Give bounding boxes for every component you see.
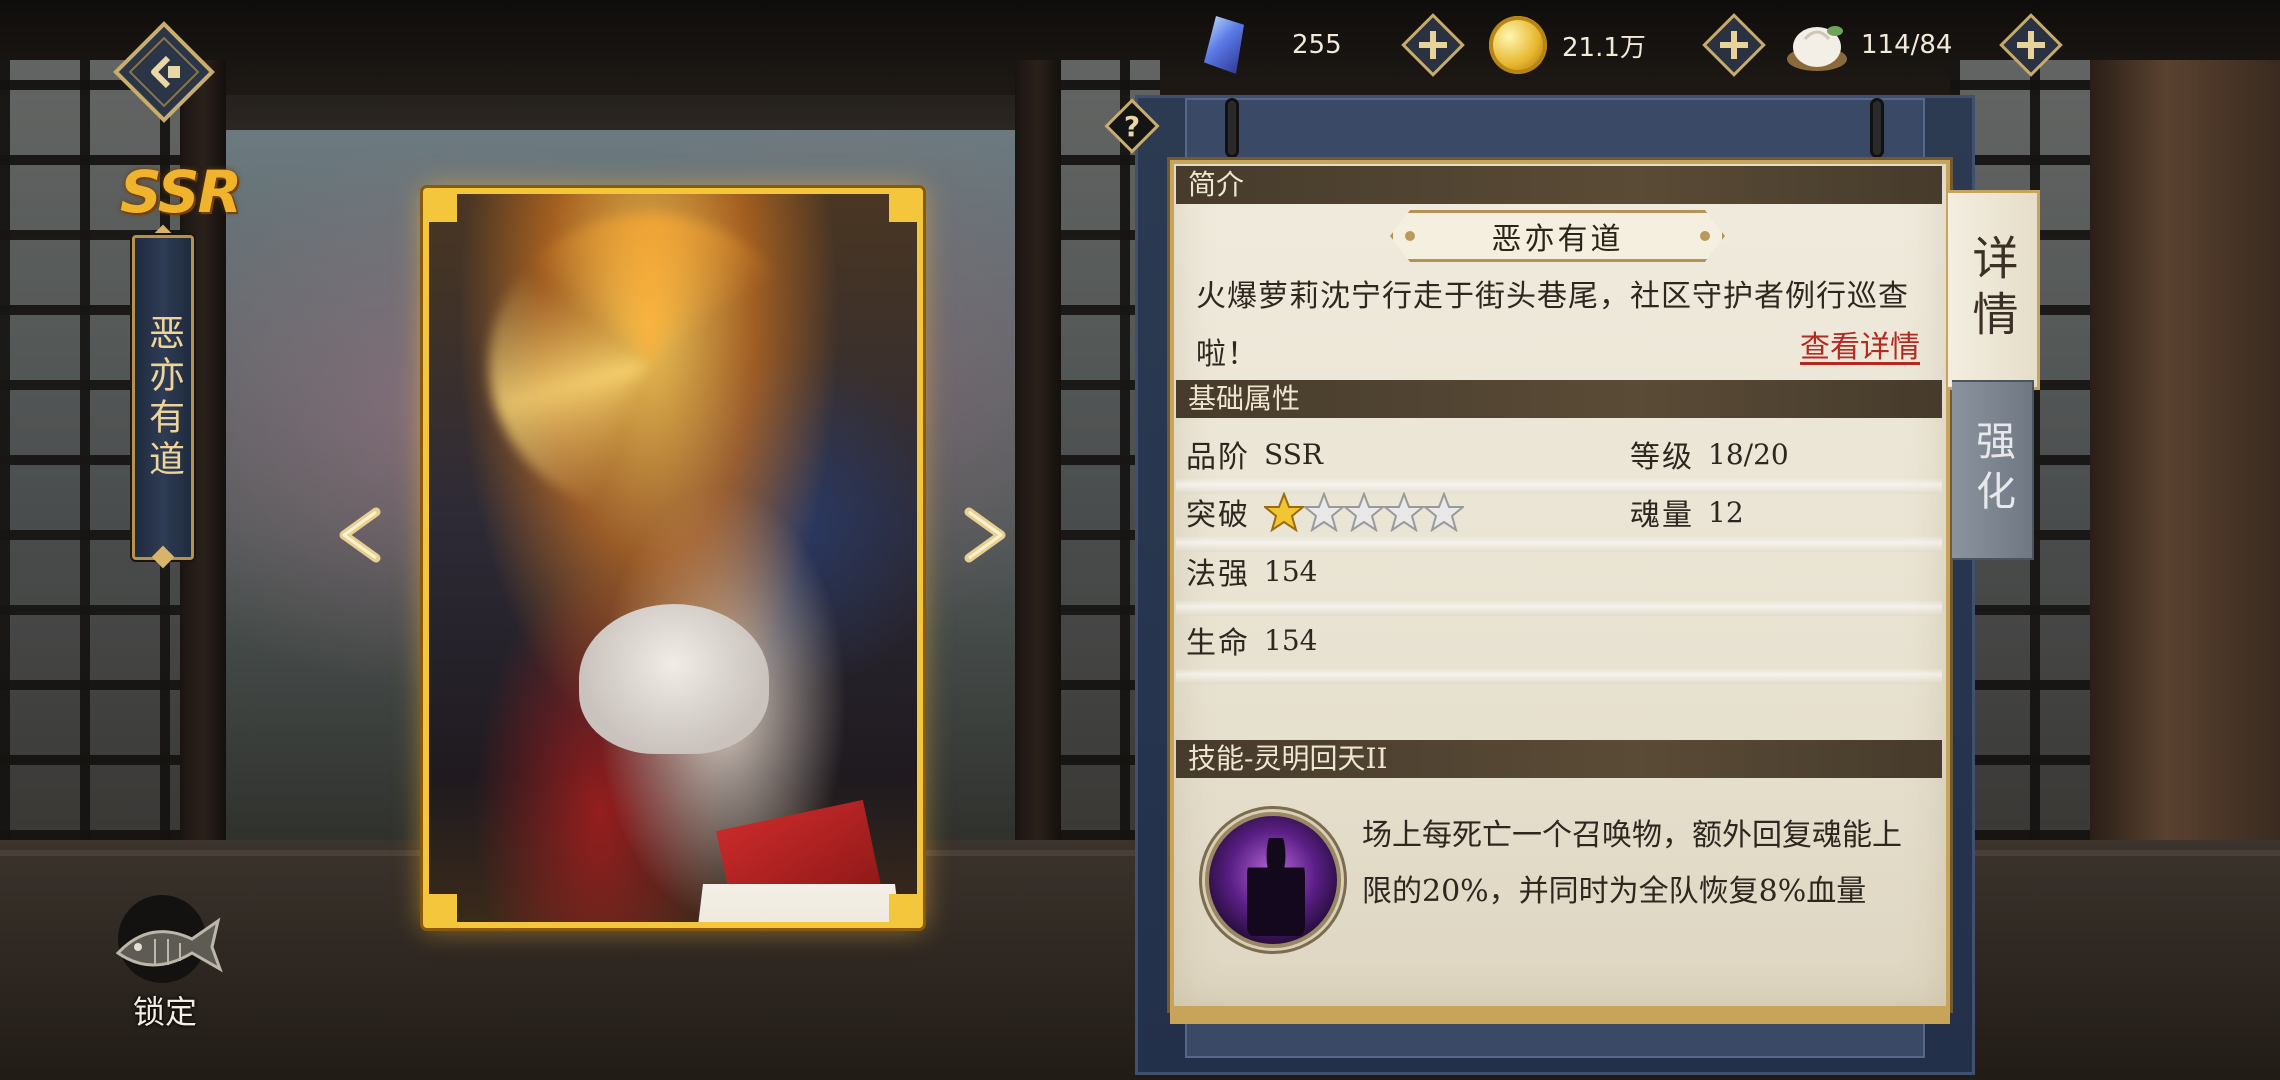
fish-lock-icon xyxy=(115,895,223,983)
stat-grade-label: 品阶 xyxy=(1186,440,1250,475)
stamina-count: 114/84 xyxy=(1861,30,1953,60)
stat-hp-value: 154 xyxy=(1264,623,1318,657)
intro-section-header: 简介 xyxy=(1176,166,1942,204)
stat-grade: 品阶 SSR xyxy=(1186,432,1323,476)
tab-details-label: 详情 xyxy=(1965,234,2020,346)
attributes-section-header: 基础属性 xyxy=(1176,380,1942,418)
stat-breakthrough: 突破 xyxy=(1186,490,1464,534)
stat-magic-value: 154 xyxy=(1264,554,1318,588)
coin-count: 21.1万 xyxy=(1562,32,1646,63)
stat-grade-value: SSR xyxy=(1264,437,1323,471)
breakthrough-stars xyxy=(1264,492,1464,532)
prev-arrow-icon[interactable] xyxy=(330,500,390,570)
bun-icon xyxy=(1785,13,1849,77)
character-name: 恶亦有道 xyxy=(143,313,184,482)
stat-soul: 魂量 12 xyxy=(1630,490,1744,534)
stat-level: 等级 18/20 xyxy=(1630,432,1789,476)
coin-icon xyxy=(1486,13,1550,77)
gem-count: 255 xyxy=(1292,30,1342,60)
stat-level-label: 等级 xyxy=(1630,440,1694,475)
stat-hp-label: 生命 xyxy=(1186,626,1250,661)
stat-hp: 生命 154 xyxy=(1186,618,1317,662)
resource-bar: 255 21.1万 114/84 xyxy=(1180,0,2063,90)
skill-icon[interactable] xyxy=(1205,812,1341,948)
tab-enhance[interactable]: 强化 xyxy=(1952,380,2034,560)
help-button[interactable]: ? xyxy=(1102,96,1162,156)
stat-breakthrough-label: 突破 xyxy=(1186,498,1250,533)
star-empty-icon xyxy=(1344,492,1384,532)
stat-magic: 法强 154 xyxy=(1186,549,1317,593)
tab-details[interactable]: 详情 xyxy=(1948,190,2040,390)
skill-description: 场上每死亡一个召唤物，额外回复魂能上限的20%，并同时为全队恢复8%血量 xyxy=(1362,818,1902,909)
star-filled-icon xyxy=(1264,492,1304,532)
view-details-link[interactable]: 查看详情 xyxy=(1800,322,1920,366)
stat-soul-label: 魂量 xyxy=(1630,498,1694,533)
coin-resource: 21.1万 xyxy=(1486,10,1646,80)
star-empty-icon xyxy=(1424,492,1464,532)
character-card-art xyxy=(423,188,923,928)
character-name-scroll: 恶亦有道 xyxy=(132,235,194,560)
lock-button[interactable]: 锁定 xyxy=(100,895,230,1035)
stat-level-value: 18/20 xyxy=(1708,437,1789,471)
stat-soul-value: 12 xyxy=(1708,495,1744,529)
add-stamina-button[interactable] xyxy=(1998,12,2064,78)
gem-resource: 255 xyxy=(1192,10,1342,80)
add-coin-button[interactable] xyxy=(1701,12,1767,78)
rarity-badge: SSR xyxy=(120,158,242,226)
star-empty-icon xyxy=(1384,492,1424,532)
stat-magic-label: 法强 xyxy=(1186,557,1250,592)
help-icon: ? xyxy=(1124,110,1140,143)
lock-label: 锁定 xyxy=(132,993,197,1031)
skill-section-header: 技能-灵明回天II xyxy=(1176,740,1942,778)
next-arrow-icon[interactable] xyxy=(955,500,1015,570)
stamina-resource: 114/84 xyxy=(1785,10,1952,80)
back-button[interactable] xyxy=(108,16,220,128)
skin-title: 恶亦有道 xyxy=(1390,210,1725,262)
star-empty-icon xyxy=(1304,492,1344,532)
gem-icon xyxy=(1192,13,1256,77)
tab-enhance-label: 强化 xyxy=(1969,420,2015,520)
add-gem-button[interactable] xyxy=(1400,12,1466,78)
